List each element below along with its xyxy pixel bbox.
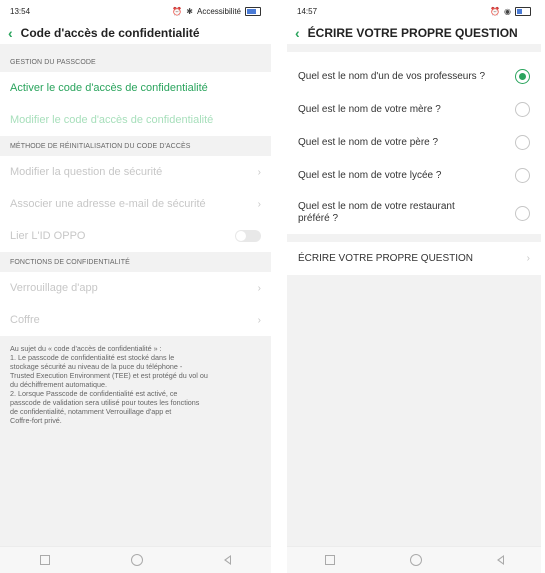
info-line: du déchiffrement automatique. — [10, 380, 107, 389]
link-oppo-id-label: Lier L'ID OPPO — [10, 230, 86, 242]
info-text: Au sujet du « code d'accès de confidenti… — [0, 336, 271, 433]
radio-icon[interactable] — [515, 168, 530, 183]
status-bar: 14:57 ⏰ ◉ — [287, 0, 541, 22]
question-label: Quel est le nom de votre père ? — [298, 136, 439, 148]
associate-email-label: Associer une adresse e-mail de sécurité — [10, 198, 206, 210]
list-top-spacer — [287, 52, 541, 60]
modify-passcode-label: Modifier le code d'accès de confidential… — [10, 114, 214, 126]
screens-container: 13:54 ⏰ ✱ Accessibilité ‹ Code d'accès d… — [0, 0, 545, 573]
question-option[interactable]: Quel est le nom de votre restaurant préf… — [287, 192, 541, 234]
page-title: ÉCRIRE VOTRE PROPRE QUESTION — [307, 26, 518, 40]
nav-circle-icon[interactable] — [130, 554, 143, 566]
nav-circle-icon[interactable] — [409, 554, 422, 566]
radio-icon[interactable] — [515, 102, 530, 117]
question-option[interactable]: Quel est le nom d'un de vos professeurs … — [287, 60, 541, 93]
back-chevron-icon[interactable]: ‹ — [8, 25, 13, 41]
radio-icon[interactable] — [515, 205, 530, 221]
question-option[interactable]: Quel est le nom de votre lycée ? — [287, 159, 541, 192]
alarm-icon: ⏰ — [490, 6, 501, 16]
info-line: 1. Le passcode de confidentialité est st… — [10, 353, 175, 362]
app-bar: ‹ Code d'accès de confidentialité — [0, 22, 271, 44]
chevron-right-icon: › — [257, 198, 261, 210]
nav-square-icon[interactable] — [324, 555, 335, 565]
info-line: passcode de validation sera utilisé pour… — [10, 398, 200, 407]
divider-gap — [0, 44, 271, 52]
question-option[interactable]: Quel est le nom de votre père ? — [287, 126, 541, 159]
chevron-right-icon: › — [257, 166, 261, 178]
status-bar: 13:54 ⏰ ✱ Accessibilité — [0, 0, 271, 22]
section-header-passcode: GESTION DU PASSCODE — [0, 52, 271, 72]
nav-back-icon[interactable] — [223, 555, 231, 565]
nav-square-icon[interactable] — [40, 555, 51, 565]
radio-icon[interactable] — [515, 135, 530, 150]
info-line: de confidentialité, notamment Verrouilla… — [10, 407, 172, 416]
enable-passcode-label: Activer le code d'accès de confidentiali… — [10, 82, 208, 94]
info-line: stockage sécurité au niveau de la puce d… — [10, 362, 183, 371]
enable-passcode-item[interactable]: Activer le code d'accès de confidentiali… — [0, 72, 271, 104]
wifi-icon: ◉ — [504, 6, 511, 16]
question-label: Quel est le nom de votre mère ? — [298, 103, 441, 115]
vault-label: Coffre — [10, 314, 40, 326]
status-icons: ⏰ ✱ Accessibilité — [172, 6, 261, 16]
chevron-right-icon: › — [257, 314, 261, 326]
modify-security-question-label: Modifier la question de sécurité — [10, 166, 163, 178]
divider-gap — [287, 44, 541, 52]
toggle-icon[interactable] — [235, 230, 261, 242]
page-title: Code d'accès de confidentialité — [20, 26, 200, 40]
section-header-reset-method: MÉTHODE DE RÉINITIALISATION DU CODE D'AC… — [0, 136, 271, 156]
app-lock-label: Verrouillage d'app — [10, 282, 98, 294]
app-bar: ‹ ÉCRIRE VOTRE PROPRE QUESTION — [287, 22, 541, 44]
back-chevron-icon[interactable]: ‹ — [295, 25, 300, 41]
info-line: Coffre-fort privé. — [10, 416, 62, 425]
nav-bar — [0, 546, 271, 573]
battery-icon — [515, 6, 531, 16]
modify-security-question-item[interactable]: Modifier la question de sécurité › — [0, 156, 271, 188]
vault-item[interactable]: Coffre › — [0, 304, 271, 336]
chevron-right-icon: › — [257, 282, 261, 294]
modify-passcode-item[interactable]: Modifier le code d'accès de confidential… — [0, 104, 271, 136]
info-line: Au sujet du « code d'accès de confidenti… — [10, 344, 162, 353]
nav-bar — [287, 546, 541, 573]
write-own-question-item[interactable]: ÉCRIRE VOTRE PROPRE QUESTION › — [287, 242, 541, 275]
accessibility-label: Accessibilité — [196, 6, 241, 16]
info-line: 2. Lorsque Passcode de confidentialité e… — [10, 389, 178, 398]
link-oppo-id-item[interactable]: Lier L'ID OPPO — [0, 220, 271, 252]
app-lock-item[interactable]: Verrouillage d'app › — [0, 272, 271, 304]
right-screen: 14:57 ⏰ ◉ ‹ ÉCRIRE VOTRE PROPRE QUESTION… — [287, 0, 541, 573]
info-line: Trusted Execution Environment (TEE) et e… — [10, 371, 208, 380]
associate-email-item[interactable]: Associer une adresse e-mail de sécurité … — [0, 188, 271, 220]
divider-gap — [287, 234, 541, 242]
alarm-icon: ⏰ — [172, 6, 183, 16]
status-time: 14:57 — [297, 6, 318, 16]
section-header-privacy-functions: FONCTIONS DE CONFIDENTIALITÉ — [0, 252, 271, 272]
question-label: Quel est le nom de votre lycée ? — [298, 169, 442, 181]
battery-icon — [245, 6, 261, 16]
write-own-question-label: ÉCRIRE VOTRE PROPRE QUESTION — [298, 252, 474, 264]
status-time: 13:54 — [10, 6, 31, 16]
left-screen: 13:54 ⏰ ✱ Accessibilité ‹ Code d'accès d… — [0, 0, 271, 573]
question-label: Quel est le nom d'un de vos professeurs … — [298, 70, 486, 82]
question-option[interactable]: Quel est le nom de votre mère ? — [287, 93, 541, 126]
nav-back-icon[interactable] — [496, 555, 504, 565]
question-label: Quel est le nom de votre restaurant préf… — [298, 201, 455, 224]
bluetooth-icon: ✱ — [186, 6, 193, 16]
radio-icon[interactable] — [515, 69, 530, 84]
status-icons: ⏰ ◉ — [490, 6, 531, 16]
chevron-right-icon: › — [526, 253, 530, 264]
